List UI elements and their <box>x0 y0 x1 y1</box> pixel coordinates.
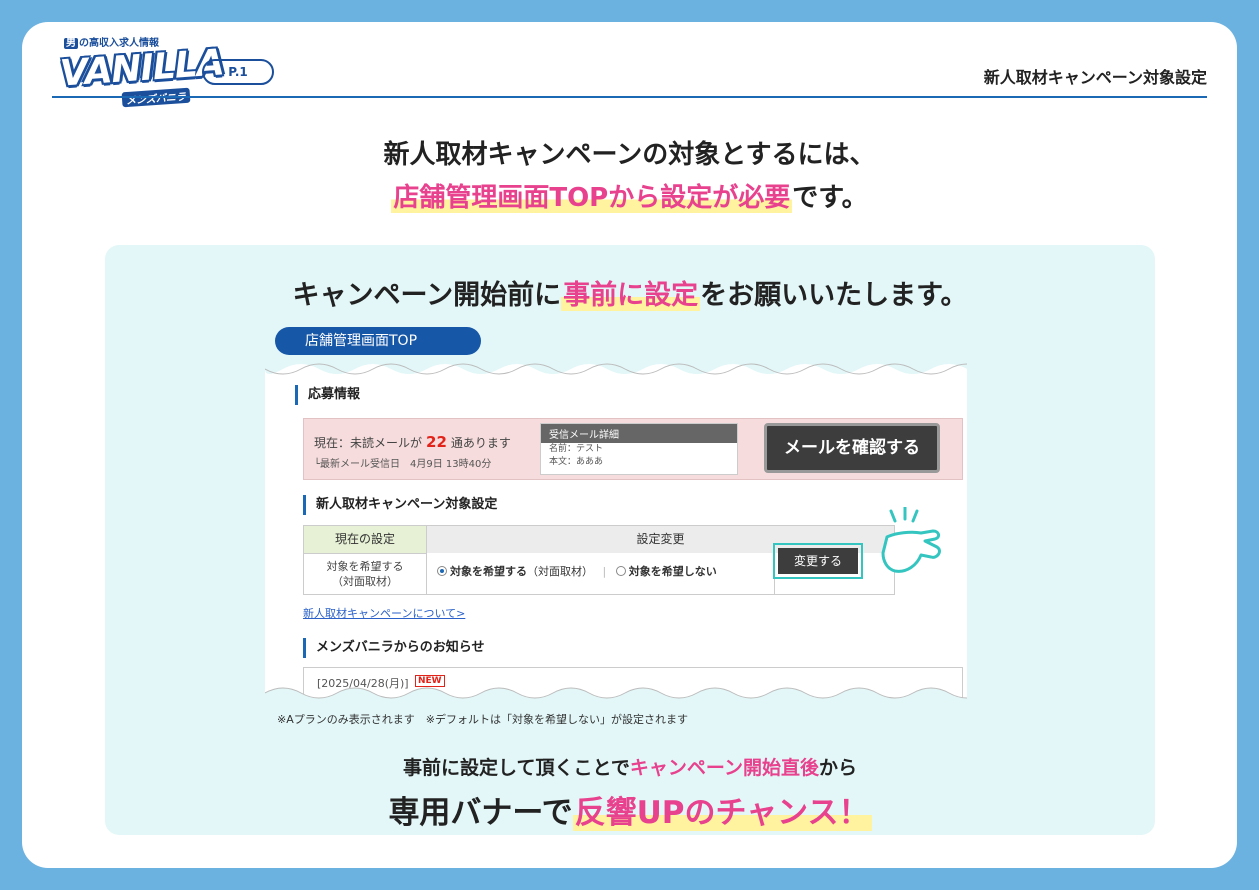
mail-detail-card: 受信メール詳細 名前：テスト 本文：あああ <box>540 423 738 475</box>
panel-title-after: をお願いいたします。 <box>700 280 968 311</box>
pointing-hand-icon <box>881 507 941 573</box>
mail-detail-body: 本文：あああ <box>549 457 604 467</box>
vanilla-logo: 男の高収入求人情報 VANILLA メンズバニラ <box>59 34 225 108</box>
bottom-message-line1: 事前に設定して頂くことでキャンペーン開始直後から <box>105 753 1155 780</box>
bottom-line1-before: 事前に設定して頂くことで <box>403 757 630 779</box>
admin-top-tag: 店舗管理画面TOP <box>275 327 481 355</box>
bottom-message-line2: 専用バナーで反響UPのチャンス！ <box>105 787 1155 832</box>
headline: 新人取材キャンペーンの対象とするには、 店舗管理画面TOPから設定が必要です。 <box>22 134 1237 220</box>
bottom-line1-pink: キャンペーン開始直後 <box>629 757 819 779</box>
current-setting-value: 対象を希望する （対面取材） <box>304 553 427 594</box>
panel-title: キャンペーン開始前に事前に設定をお願いいたします。 <box>105 273 1155 312</box>
current-setting-header: 現在の設定 <box>304 526 427 553</box>
check-mail-button[interactable]: メールを確認する <box>764 423 940 473</box>
unread-prefix: 現在：未読メールが <box>314 436 423 450</box>
unread-count: 22 <box>426 433 447 451</box>
info-panel: キャンペーン開始前に事前に設定をお願いいたします。 店舗管理画面TOP 応募情報… <box>105 245 1155 835</box>
campaign-about-link[interactable]: 新人取材キャンペーンについて> <box>303 605 465 621</box>
slide-card: 男の高収入求人情報 VANILLA メンズバニラ P.1 新人取材キャンペーン対… <box>22 22 1237 868</box>
headline-line2-rest: です。 <box>792 183 868 213</box>
panel-title-highlight: 事前に設定 <box>561 280 701 311</box>
logo-word: VANILLA <box>58 42 225 95</box>
radio-selected-icon <box>437 566 447 576</box>
page-number-badge: P.1 <box>202 59 274 85</box>
current-setting-line2: （対面取材） <box>332 575 398 588</box>
radio-no-label: 対象を希望しない <box>628 565 717 578</box>
headline-line2: 店舗管理画面TOPから設定が必要です。 <box>22 177 1237 220</box>
section-campaign-heading: 新人取材キャンペーン対象設定 <box>303 495 497 515</box>
bottom-line1-after: から <box>818 757 857 779</box>
radio-option-no[interactable]: 対象を希望しない <box>615 565 717 578</box>
headline-line1: 新人取材キャンペーンの対象とするには、 <box>383 140 876 170</box>
section-news-heading: メンズバニラからのお知らせ <box>303 638 484 658</box>
logo-tagline-mark: 男 <box>64 38 78 49</box>
radio-separator: | <box>602 565 607 578</box>
mail-detail-header: 受信メール詳細 <box>541 424 737 443</box>
bottom-line2-highlight: 反響UPのチャンス！ <box>572 795 872 831</box>
change-setting-button[interactable]: 変更する <box>773 543 863 579</box>
panel-title-before: キャンペーン開始前に <box>292 280 562 311</box>
header-title: 新人取材キャンペーン対象設定 <box>983 68 1207 87</box>
settings-divider <box>774 553 775 594</box>
mail-detail-name: 名前：テスト <box>549 444 604 454</box>
headline-highlight: 店舗管理画面TOPから設定が必要 <box>391 183 793 213</box>
section-apply-heading: 応募情報 <box>295 385 360 405</box>
header-divider <box>52 96 1207 98</box>
bottom-line2-before: 専用バナーで <box>388 795 573 831</box>
radio-option-yes[interactable]: 対象を希望する（対面取材） <box>437 565 593 578</box>
unread-mail-box: 現在：未読メールが 22 通あります └最新メール受信日 4月9日 13時40分 受… <box>303 418 963 480</box>
torn-edge-top <box>265 355 967 375</box>
latest-mail-date: └最新メール受信日 4月9日 13時40分 <box>314 459 492 470</box>
radio-yes-suffix: （対面取材） <box>527 565 593 578</box>
admin-screenshot: 応募情報 現在：未読メールが 22 通あります └最新メール受信日 4月9日 13時… <box>265 355 967 707</box>
campaign-radio-group: 対象を希望する（対面取材） | 対象を希望しない <box>437 563 717 579</box>
unread-suffix: 通あります <box>450 436 511 450</box>
footnote: ※Aプランのみ表示されます ※デフォルトは「対象を希望しない」が設定されます <box>277 713 688 726</box>
torn-edge-bottom <box>265 687 967 707</box>
unread-count-text: 現在：未読メールが 22 通あります <box>314 433 511 451</box>
current-setting-line1: 対象を希望する <box>326 560 404 573</box>
radio-unselected-icon <box>615 566 626 576</box>
radio-yes-label: 対象を希望する <box>450 565 527 578</box>
